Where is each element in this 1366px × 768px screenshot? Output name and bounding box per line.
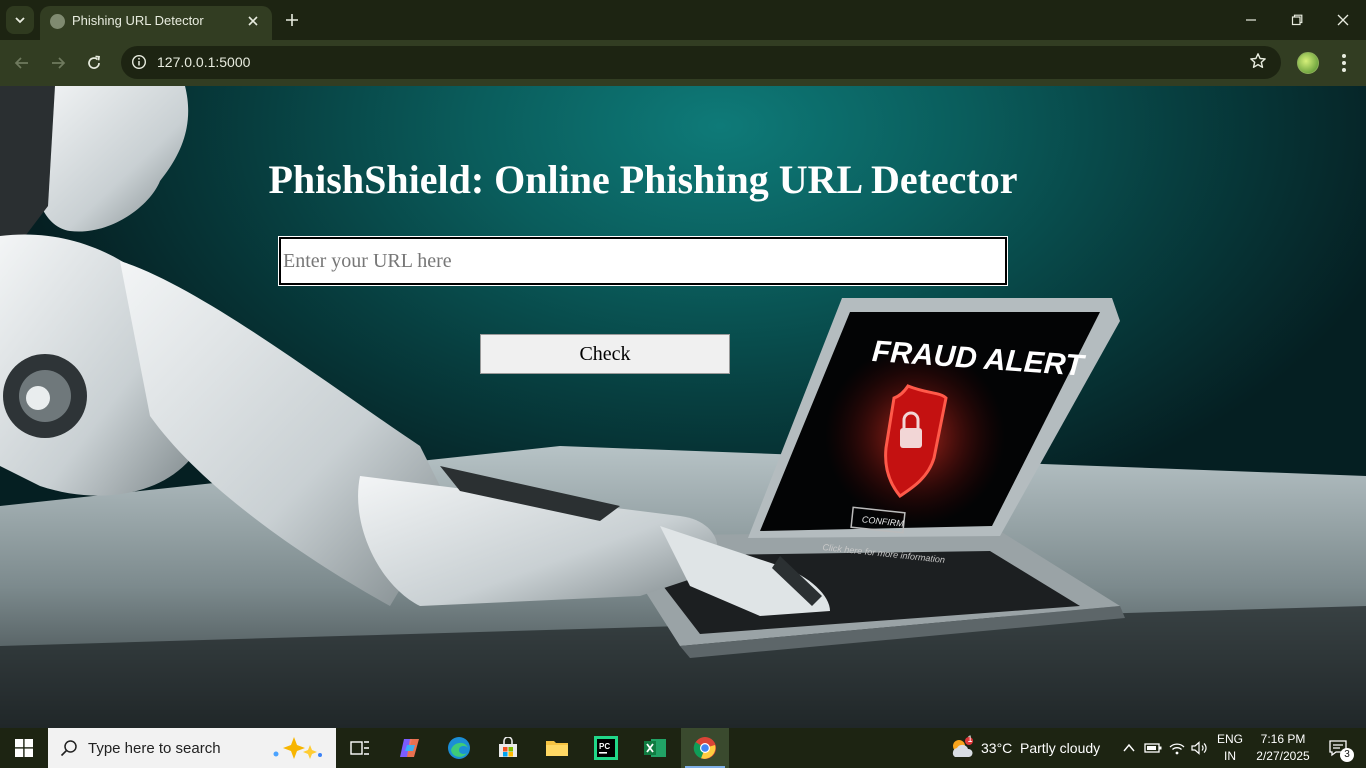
- tab-phishing-url-detector[interactable]: Phishing URL Detector: [40, 6, 272, 40]
- arrow-right-icon: [52, 57, 66, 69]
- page-title: PhishShield: Online Phishing URL Detecto…: [268, 157, 1018, 202]
- task-view-icon: [350, 741, 369, 755]
- svg-text:PC: PC: [599, 742, 610, 751]
- pycharm-app-button[interactable]: PC: [582, 728, 630, 768]
- pycharm-icon: PC: [594, 736, 618, 760]
- chevron-up-icon: [1123, 743, 1135, 752]
- chevron-down-icon: [15, 17, 25, 24]
- new-tab-button[interactable]: [280, 6, 304, 34]
- edge-app-button[interactable]: [435, 728, 483, 768]
- clock-date[interactable]: 2/27/2025: [1252, 749, 1314, 763]
- bookmark-star-icon[interactable]: [1249, 52, 1269, 72]
- file-explorer-button[interactable]: [533, 728, 581, 768]
- url-input[interactable]: [278, 236, 1008, 286]
- network-button[interactable]: [1166, 728, 1188, 768]
- forward-button[interactable]: [44, 49, 72, 77]
- wifi-icon: [1169, 743, 1185, 755]
- excel-app-button[interactable]: [631, 728, 679, 768]
- windows-taskbar: Type here to search PC 1 33°C Partly clo…: [0, 728, 1366, 768]
- reload-icon: [88, 55, 100, 69]
- restore-icon: [1291, 14, 1303, 26]
- browser-toolbar: 127.0.0.1:5000: [0, 40, 1366, 86]
- copilot-app-button[interactable]: [386, 728, 434, 768]
- url-text: 127.0.0.1:5000: [157, 54, 251, 70]
- speaker-icon: [1191, 741, 1207, 755]
- site-info-icon[interactable]: [129, 52, 149, 72]
- minimize-button[interactable]: [1228, 0, 1274, 40]
- address-bar[interactable]: 127.0.0.1:5000: [121, 46, 1281, 79]
- notification-count: 3: [1340, 748, 1354, 762]
- weather-description[interactable]: Partly cloudy: [1020, 740, 1100, 756]
- chrome-icon: [693, 737, 716, 759]
- restore-button[interactable]: [1274, 0, 1320, 40]
- minimize-icon: [1246, 19, 1256, 21]
- battery-button[interactable]: [1142, 728, 1164, 768]
- close-icon: [1337, 14, 1349, 26]
- folder-icon: [546, 741, 568, 756]
- battery-icon: [1144, 743, 1162, 753]
- chrome-app-button[interactable]: [681, 728, 729, 768]
- weather-widget-icon[interactable]: 1: [944, 728, 980, 768]
- excel-icon: [644, 739, 666, 757]
- back-button[interactable]: [8, 49, 36, 77]
- start-button[interactable]: [0, 728, 48, 768]
- close-tab-button[interactable]: [242, 10, 264, 32]
- show-hidden-icons-button[interactable]: [1118, 728, 1140, 768]
- page-content: FRAUD ALERT CONFIRM Click here for more …: [0, 86, 1366, 728]
- language-indicator[interactable]: ENG: [1214, 732, 1246, 746]
- taskbar-search-box[interactable]: Type here to search: [48, 728, 336, 768]
- search-placeholder: Type here to search: [88, 740, 221, 757]
- weather-badge: 1: [967, 734, 973, 744]
- browser-menu-button[interactable]: [1334, 51, 1354, 75]
- store-icon: [499, 737, 517, 757]
- tab-search-button[interactable]: [6, 6, 34, 34]
- store-app-button[interactable]: [484, 728, 532, 768]
- close-window-button[interactable]: [1320, 0, 1366, 40]
- copilot-sparkle-icon: [273, 737, 322, 759]
- language-region[interactable]: IN: [1214, 749, 1246, 763]
- edge-icon: [448, 737, 470, 759]
- search-icon: [60, 740, 77, 757]
- notifications-button[interactable]: 3: [1318, 728, 1358, 768]
- arrow-left-icon: [14, 57, 28, 69]
- clock-time[interactable]: 7:16 PM: [1252, 732, 1314, 746]
- weather-temperature[interactable]: 33°C: [981, 740, 1012, 756]
- windows-logo-icon: [15, 739, 33, 757]
- volume-button[interactable]: [1189, 728, 1211, 768]
- close-icon: [248, 16, 258, 26]
- check-button[interactable]: Check: [480, 334, 730, 374]
- tab-title: Phishing URL Detector: [72, 13, 204, 28]
- task-view-button[interactable]: [336, 728, 384, 768]
- plus-icon: [286, 14, 298, 26]
- copilot-icon: [400, 739, 419, 757]
- reload-button[interactable]: [80, 49, 108, 77]
- browser-tab-bar: Phishing URL Detector: [0, 0, 1366, 40]
- globe-icon: [50, 14, 65, 29]
- profile-avatar[interactable]: [1297, 52, 1319, 74]
